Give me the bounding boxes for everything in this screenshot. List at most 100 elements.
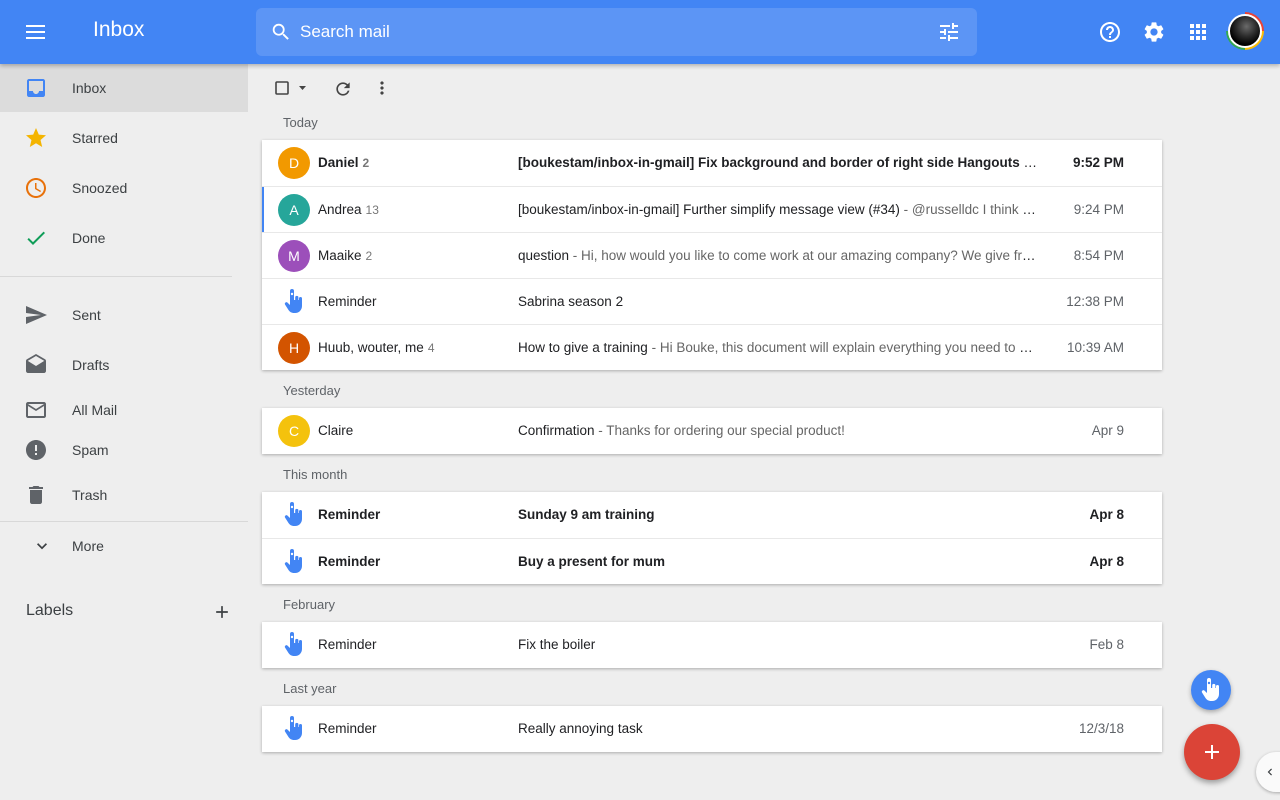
checkbox-icon	[275, 81, 306, 95]
search-bar[interactable]	[256, 8, 977, 56]
app-title: Inbox	[93, 18, 145, 41]
apps-grid-icon[interactable]	[1186, 20, 1210, 44]
reminder-hand-icon	[1201, 678, 1219, 701]
email-group: D Daniel 2 [boukestam/inbox-in-gmail] Fix b…	[262, 140, 1162, 370]
email-row[interactable]: Reminder Really annoying task 12/3/18	[262, 706, 1162, 752]
hamburger-menu-icon[interactable]	[22, 20, 50, 44]
email-subject: [boukestam/inbox-in-gmail] Fix backgroun…	[518, 155, 1038, 170]
search-input[interactable]	[300, 20, 900, 44]
email-time: 9:24 PM	[1073, 202, 1124, 217]
email-row[interactable]: Reminder Buy a present for mum Apr 8	[262, 538, 1162, 584]
email-time: 9:52 PM	[1072, 155, 1124, 170]
reminder-icon	[282, 289, 306, 315]
select-all-checkbox[interactable]	[275, 80, 309, 98]
sender-name: Reminder	[318, 637, 377, 652]
email-row[interactable]: Reminder Fix the boiler Feb 8	[262, 622, 1162, 668]
gear-icon[interactable]	[1142, 20, 1166, 44]
sidebar-item-label: Snoozed	[72, 180, 128, 196]
email-subject: Buy a present for mum	[518, 554, 666, 569]
sidebar-item-starred[interactable]: Starred	[0, 114, 248, 162]
email-time: 12:38 PM	[1066, 294, 1124, 309]
email-time: Apr 8	[1089, 507, 1124, 522]
sidebar-item-done[interactable]: Done	[0, 214, 248, 262]
email-group: Reminder Sunday 9 am training Apr 8 Reminde…	[262, 492, 1162, 584]
email-subject: Confirmation - Thanks for ordering our s…	[518, 423, 845, 438]
section-heading: This month	[283, 467, 348, 482]
sidebar: Inbox Starred Snoozed Done Sent Drafts A…	[0, 64, 248, 800]
email-time: 10:39 AM	[1066, 340, 1124, 355]
sender-name: Reminder	[318, 294, 377, 309]
email-snippet: - @russelldc I think it looks good	[903, 202, 1038, 217]
sender-name: Reminder	[318, 721, 377, 736]
sender-avatar: M	[278, 240, 310, 272]
sender-avatar: D	[278, 147, 310, 179]
side-panel-toggle[interactable]	[1256, 752, 1280, 792]
email-row[interactable]: Reminder Sunday 9 am training Apr 8	[262, 492, 1162, 538]
reminder-icon	[282, 632, 306, 658]
reminder-icon	[282, 502, 306, 528]
sender-avatar: A	[278, 194, 310, 226]
sidebar-item-trash[interactable]: Trash	[0, 471, 248, 519]
thread-count: 2	[365, 249, 373, 263]
account-avatar[interactable]	[1226, 12, 1264, 50]
help-icon[interactable]	[1098, 20, 1122, 44]
reminder-button[interactable]	[1191, 670, 1231, 710]
email-row[interactable]: Reminder Sabrina season 2 12:38 PM	[262, 278, 1162, 324]
email-subject: [boukestam/inbox-in-gmail] Further simpl…	[518, 202, 1038, 217]
email-snippet: - Hi, how would you like to come work at…	[569, 248, 1038, 263]
email-row[interactable]: D Daniel 2 [boukestam/inbox-in-gmail] Fix b…	[262, 140, 1162, 186]
sidebar-item-label: Spam	[72, 442, 109, 458]
drafts-icon	[26, 354, 46, 373]
sidebar-item-label: Drafts	[72, 357, 110, 373]
send-icon	[26, 306, 47, 324]
email-snippet: - Hi Bouke, this document will explain e…	[647, 340, 1038, 355]
compose-button[interactable]	[1184, 724, 1240, 780]
reminder-icon	[282, 716, 306, 742]
chevron-left-icon	[1267, 768, 1272, 776]
email-time: Apr 8	[1089, 554, 1124, 569]
sender-avatar: C	[278, 415, 310, 447]
sender-name: Claire	[318, 423, 354, 438]
email-subject: How to give a training - Hi Bouke, this …	[518, 340, 1038, 355]
email-time: Feb 8	[1089, 637, 1124, 652]
sidebar-item-more[interactable]: More	[0, 522, 248, 570]
email-row[interactable]: M Maaike 2 question - Hi, how would you lik…	[262, 232, 1162, 278]
app-header: Inbox	[0, 0, 1280, 64]
section-heading: Today	[283, 115, 318, 130]
email-snippet: - Thanks for ordering our special produc…	[594, 423, 845, 438]
search-icon	[272, 23, 289, 40]
email-row[interactable]: C Claire Confirmation - Thanks for orderin…	[262, 408, 1162, 454]
email-row[interactable]: H Huub, wouter, me 4 How to give a training…	[262, 324, 1162, 370]
sidebar-divider	[0, 276, 232, 277]
email-time: 12/3/18	[1078, 721, 1124, 736]
chevron-down-icon	[37, 543, 47, 550]
more-vert-icon[interactable]	[372, 78, 392, 98]
sidebar-item-sent[interactable]: Sent	[0, 291, 248, 339]
refresh-icon[interactable]	[333, 79, 353, 99]
sidebar-item-inbox[interactable]: Inbox	[0, 64, 248, 112]
clock-icon	[26, 178, 46, 198]
sidebar-item-label: Inbox	[72, 80, 107, 96]
sidebar-item-spam[interactable]: Spam	[0, 426, 248, 474]
sidebar-item-label: All Mail	[72, 402, 118, 418]
section-heading: February	[283, 597, 336, 612]
email-group: C Claire Confirmation - Thanks for orderin…	[262, 408, 1162, 454]
sender-name: Reminder	[318, 507, 381, 522]
email-time: 8:54 PM	[1073, 248, 1124, 263]
email-subject: Sunday 9 am training	[518, 507, 655, 522]
sidebar-item-label: Trash	[72, 487, 108, 503]
email-row[interactable]: A Andrea 13 [boukestam/inbox-in-gmail] Furt…	[262, 186, 1162, 232]
search-options-icon[interactable]	[937, 20, 961, 44]
sidebar-item-snoozed[interactable]: Snoozed	[0, 164, 248, 212]
sender-name: Huub, wouter, me 4	[318, 340, 435, 355]
add-label-icon[interactable]	[212, 602, 232, 622]
labels-heading: Labels	[26, 602, 74, 619]
trash-icon	[29, 486, 43, 504]
sender-name: Maaike 2	[318, 248, 373, 263]
section-heading: Last year	[283, 681, 337, 696]
email-subject: question - Hi, how would you like to com…	[518, 248, 1038, 263]
check-icon	[27, 231, 45, 245]
inbox-icon	[27, 79, 45, 97]
thread-count: 4	[427, 341, 435, 355]
sidebar-item-drafts[interactable]: Drafts	[0, 341, 248, 389]
